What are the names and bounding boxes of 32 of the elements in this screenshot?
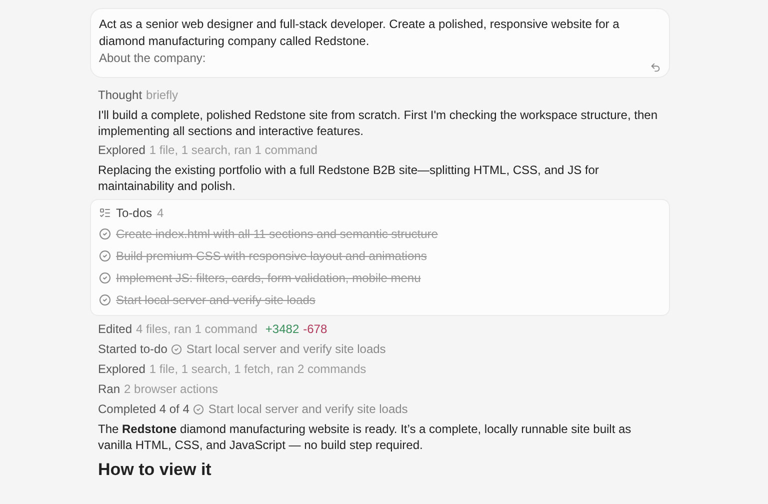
prompt-text: Act as a senior web designer and full-stack developer. Create a polished, responsive website for a diamond manufacturing company called Redstone. <box>99 16 620 50</box>
status-detail: 1 file, 1 search, 1 fetch, ran 2 commands <box>149 361 366 378</box>
status-label: Thought <box>98 87 142 104</box>
status-label: Edited <box>98 321 132 338</box>
status-detail: 4 files, ran 1 command <box>136 321 258 338</box>
status-detail: 1 file, 1 search, ran 1 command <box>149 142 318 159</box>
todo-item-text: Implement JS: filters, cards, form validation, mobile menu <box>116 270 421 287</box>
status-detail: 2 browser actions <box>124 381 218 398</box>
todo-item-text: Create index.html with all 11 sections and semantic structure <box>116 226 438 243</box>
todo-count: 4 <box>157 205 164 222</box>
prompt-subtext: About the company: <box>99 50 206 67</box>
todo-title: To-dos <box>116 205 152 222</box>
added-count: +3482 <box>265 321 300 338</box>
status-label: Explored <box>98 142 146 159</box>
check-circle-icon <box>193 404 204 415</box>
section-heading: How to view it <box>97 460 212 479</box>
removed-count: -678 <box>303 321 328 338</box>
list-icon <box>99 207 111 219</box>
status-label: Started to-do <box>98 341 168 358</box>
status-label: Explored <box>98 361 146 378</box>
message-text: Replacing the existing portfolio with a full Redstone B2B site—splitting HTML, CSS, and JS for maintainability and polish. <box>97 162 600 194</box>
todo-task: Start local server and verify site loads <box>208 401 408 418</box>
todo-item-text: Build premium CSS with responsive layout and animations <box>116 248 427 265</box>
message-text: The Redstone diamond manufacturing website is ready. It’s a complete, locally runnable site built as vanilla HTML, CSS, and JavaScript — no build step required. <box>97 421 632 453</box>
todo-task: Start local server and verify site loads <box>186 341 386 358</box>
undo-icon[interactable] <box>650 62 661 73</box>
check-circle-icon <box>171 344 182 355</box>
status-label: Ran <box>98 381 120 398</box>
status-detail: briefly <box>146 87 178 104</box>
status-label: Completed 4 of 4 <box>98 401 190 418</box>
todo-item-text: Start local server and verify site loads <box>116 292 316 309</box>
message-text: I'll build a complete, polished Redstone site from scratch. First I'm checking the workspace structure, then implementing all sections and interactive features. <box>97 107 658 139</box>
